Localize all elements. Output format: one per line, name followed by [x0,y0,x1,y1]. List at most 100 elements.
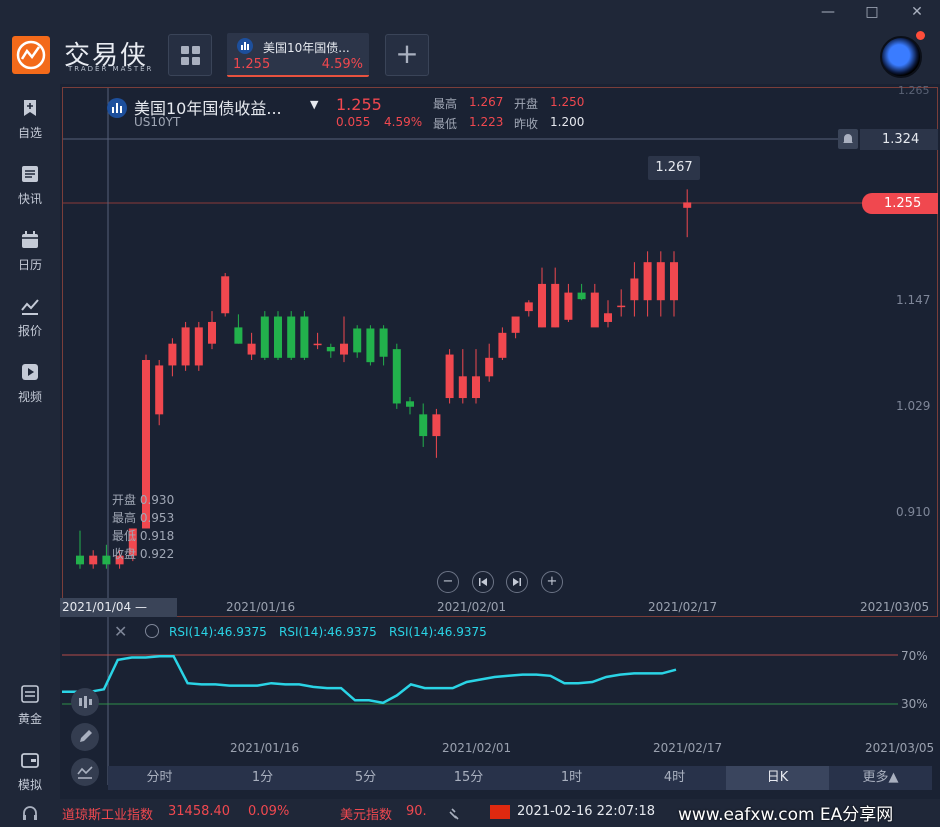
rsi-label: RSI(14):46.9375 [279,625,377,639]
scroll-start-button[interactable] [472,571,494,593]
maximize-button[interactable]: □ [861,3,883,21]
bell-icon[interactable] [838,129,858,149]
sidebar-item-label: 自选 [17,126,42,140]
tab-label: 美国10年国债... [263,41,350,55]
logo-chart-icon [16,40,46,70]
china-flag-icon [490,805,510,819]
ohlc-low: 最低 0.918 [112,529,175,543]
sidebar-item-watchlist[interactable]: 自选 [0,98,60,141]
date-tick: 2021/02/17 [648,600,718,614]
ticker-dow-percent: 0.09% [248,804,290,819]
rsi-label: RSI(14):46.9375 [169,625,267,639]
tab-us10yt[interactable]: 美国10年国债... 1.255 4.59% [227,33,369,77]
trend-line-icon [77,766,93,779]
period-option[interactable]: 分时 [108,766,211,790]
sidebar-item-video[interactable]: 视频 [0,362,60,405]
add-tab-button[interactable]: + [385,34,429,76]
rsi-close-icon[interactable]: ✕ [114,622,127,641]
gold-icon [21,685,39,703]
app-logo [12,36,50,74]
alert-level-tag[interactable]: 1.324 [860,129,938,150]
pencil-icon [80,730,92,742]
indicator-tool-button[interactable] [71,688,99,716]
avatar[interactable] [880,36,922,78]
ticker-datetime: 2021-02-16 22:07:18 [517,804,656,819]
trend-tool-button[interactable] [71,758,99,786]
ticker-dow-value: 31458.40 [168,804,231,819]
sidebar-item-label: 报价 [17,324,42,338]
quote-icon [21,299,39,315]
link-icon[interactable] [444,804,464,824]
open-value: 1.250 [550,95,585,109]
period-option[interactable]: 日K [726,766,829,790]
symbol-dropdown-icon[interactable]: ▼ [310,98,318,111]
period-option[interactable]: 4时 [623,766,726,790]
skip-forward-icon [513,578,521,586]
sidebar: 自选 快讯 日历 报价 视频 黄金 模拟 [0,84,60,799]
crosshair-date: 2021/01/04 — [60,598,177,617]
calendar-icon [22,231,38,248]
symbol-code: US10YT [134,115,181,129]
date-tick: 2021/01/16 [226,600,296,614]
bar-chart-icon [237,38,253,54]
rsi-date-tick: 2021/02/17 [653,741,723,755]
prev-close-value: 1.200 [550,115,585,129]
sidebar-item-calendar[interactable]: 日历 [0,230,60,273]
rsi-settings-icon[interactable] [145,624,159,638]
skip-back-icon [479,578,487,586]
ticker-usd-value: 90. [406,804,427,819]
period-option[interactable]: 15分 [417,766,520,790]
high-label: 最高 [433,97,458,111]
current-price-tag: 1.255 [862,193,938,214]
sidebar-item-quotes[interactable]: 报价 [0,296,60,339]
ohlc-close: 收盘 0.922 [112,547,175,561]
chart-area[interactable] [60,86,940,799]
sidebar-item-news[interactable]: 快讯 [0,164,60,207]
period-option[interactable]: 5分 [314,766,417,790]
sidebar-item-label: 黄金 [17,712,42,726]
minimize-button[interactable]: — [817,3,839,21]
period-option[interactable]: 更多▲ [829,766,932,790]
zoom-in-button[interactable]: + [541,571,563,593]
low-label: 最低 [433,117,458,131]
tab-price: 1.255 [233,57,271,72]
draw-tool-button[interactable] [71,723,99,751]
ticker-bar: 道琼斯工业指数 31458.40 0.09% 美元指数 90. 2021-02-… [0,799,940,827]
close-button[interactable]: ✕ [906,3,928,21]
ohlc-readout: 开盘 0.930 最高 0.953 最低 0.918 收盘 0.922 [112,491,174,563]
sidebar-item-label: 模拟 [17,778,42,792]
rsi-date-tick: 2021/02/01 [442,741,512,755]
rsi-level-30: 30% [901,697,928,711]
last-price: 1.255 [336,95,382,114]
rsi-level-70: 70% [901,649,928,663]
video-icon [22,364,38,380]
bar-chart-icon [107,98,127,118]
high-tooltip: 1.267 [648,156,700,180]
prev-close-label: 昨收 [514,117,539,131]
layout-grid-button[interactable] [168,34,212,76]
price-tick: 0.910 [896,505,931,519]
price-tick: 1.147 [896,293,931,307]
ticker-usd-name[interactable]: 美元指数 [340,804,392,823]
candles-icon [79,696,92,708]
scroll-end-button[interactable] [506,571,528,593]
sidebar-item-simulation[interactable]: 模拟 [0,750,60,793]
open-label: 开盘 [514,97,539,111]
ohlc-high: 最高 0.953 [112,511,175,525]
brand-subtitle: TRADER MASTER [68,65,154,73]
period-option[interactable]: 1时 [520,766,623,790]
grid-icon [181,46,200,65]
date-tick: 2021/02/01 [437,600,507,614]
title-bar: — □ ✕ 交易侠 TRADER MASTER 美国10年国债... 1.255… [0,0,940,84]
ticker-dow-name[interactable]: 道琼斯工业指数 [62,804,153,823]
period-option[interactable]: 1分 [211,766,314,790]
price-tick-top: 1.265 [898,84,930,97]
price-change: 0.055 [336,115,371,129]
zoom-out-button[interactable]: − [437,571,459,593]
high-value: 1.267 [469,95,504,109]
headset-icon[interactable] [20,804,40,824]
sidebar-item-gold[interactable]: 黄金 [0,684,60,727]
rsi-date-tick: 2021/03/05 [865,741,935,755]
period-selector: 分时 1分 5分 15分 1时 4时 日K 更多▲ [108,766,932,790]
date-tick: 2021/03/05 [860,600,930,614]
